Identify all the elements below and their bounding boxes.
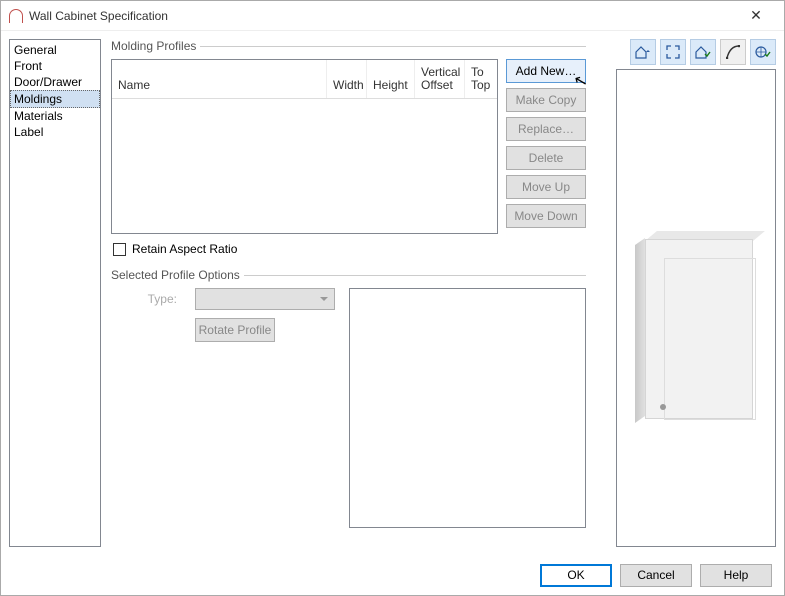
cancel-button[interactable]: Cancel [620, 564, 692, 587]
make-copy-button[interactable]: Make Copy [506, 88, 586, 112]
retain-aspect-checkbox[interactable] [113, 243, 126, 256]
cabinet-3d-icon [635, 230, 753, 425]
help-button[interactable]: Help [700, 564, 772, 587]
col-vertical-offset[interactable]: Vertical Offset [415, 60, 465, 98]
rotate-profile-button[interactable]: Rotate Profile [195, 318, 275, 342]
delete-button[interactable]: Delete [506, 146, 586, 170]
type-label: Type: [135, 292, 177, 306]
cabinet-preview[interactable] [616, 69, 776, 547]
replace-button[interactable]: Replace… [506, 117, 586, 141]
category-sidebar: General Front Door/Drawer Moldings Mater… [9, 39, 101, 547]
col-name[interactable]: Name [112, 60, 327, 98]
preview-toolbar [616, 39, 776, 65]
expand-icon[interactable] [660, 39, 686, 65]
sidebar-item-general[interactable]: General [10, 42, 100, 58]
globe-check-icon[interactable] [750, 39, 776, 65]
move-up-button[interactable]: Move Up [506, 175, 586, 199]
sidebar-item-front[interactable]: Front [10, 58, 100, 74]
col-height[interactable]: Height [367, 60, 415, 98]
titlebar: Wall Cabinet Specification ✕ [1, 1, 784, 31]
table-header: Name Width Height Vertical Offset To Top [112, 60, 497, 99]
retain-aspect-row: Retain Aspect Ratio [113, 242, 584, 256]
sidebar-item-label[interactable]: Label [10, 124, 100, 140]
molding-profiles-legend: Molding Profiles [111, 39, 200, 53]
ok-button[interactable]: OK [540, 564, 612, 587]
sidebar-item-moldings[interactable]: Moldings [10, 90, 100, 108]
window-title: Wall Cabinet Specification [29, 9, 736, 23]
type-dropdown[interactable] [195, 288, 335, 310]
sidebar-item-door-drawer[interactable]: Door/Drawer [10, 74, 100, 90]
col-width[interactable]: Width [327, 60, 367, 98]
profiles-table[interactable]: Name Width Height Vertical Offset To Top [111, 59, 498, 234]
molding-profiles-group: Molding Profiles Name Width Height Verti… [111, 39, 586, 234]
curve-icon[interactable] [720, 39, 746, 65]
col-to-top[interactable]: To Top [465, 60, 497, 98]
profile-buttons: Add New… ↖ Make Copy Replace… Delete Mov… [506, 59, 586, 234]
retain-aspect-label: Retain Aspect Ratio [132, 242, 237, 256]
close-button[interactable]: ✕ [736, 7, 776, 24]
selected-profile-options-group: Selected Profile Options Type: Rotate Pr… [111, 268, 586, 528]
dialog-footer: OK Cancel Help [1, 555, 784, 595]
profile-preview [349, 288, 586, 528]
selected-profile-options-legend: Selected Profile Options [111, 268, 244, 282]
add-new-button[interactable]: Add New… [506, 59, 586, 83]
move-down-button[interactable]: Move Down [506, 204, 586, 228]
house-check-icon[interactable] [690, 39, 716, 65]
app-icon [9, 9, 23, 23]
sidebar-item-materials[interactable]: Materials [10, 108, 100, 124]
house-dropdown-icon[interactable] [630, 39, 656, 65]
